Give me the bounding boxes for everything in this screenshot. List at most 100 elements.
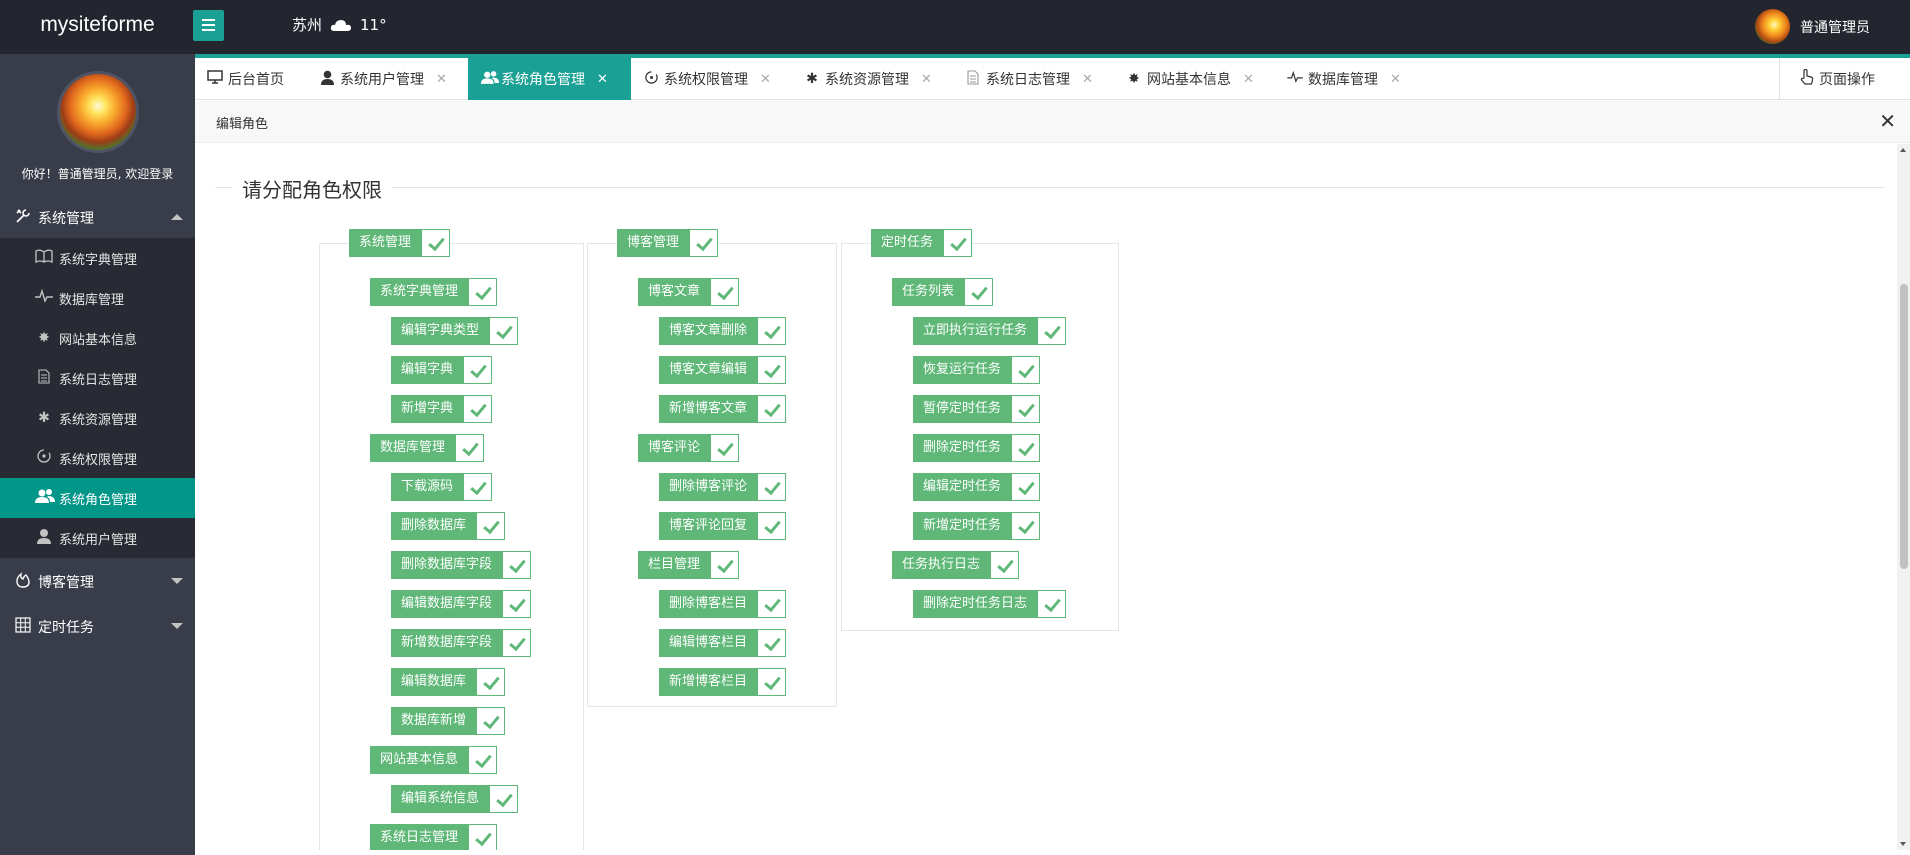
permission-label[interactable]: 下载源码	[391, 473, 464, 501]
permission-label[interactable]: 立即执行运行任务	[913, 317, 1038, 345]
permission-label[interactable]: 删除数据库字段	[391, 551, 503, 579]
permission-label[interactable]: 编辑定时任务	[913, 473, 1012, 501]
permission-label[interactable]: 博客文章删除	[659, 317, 758, 345]
tab-site-info[interactable]: ✸ 网站基本信息 ✕	[1114, 58, 1275, 100]
nav-group-system[interactable]: 系统管理	[0, 198, 195, 238]
permission-label[interactable]: 删除博客栏目	[659, 590, 758, 618]
checkmark-icon[interactable]	[757, 395, 787, 423]
permission-item[interactable]: 系统日志管理	[370, 824, 498, 850]
close-icon[interactable]: ✕	[760, 72, 771, 87]
page-operation-button[interactable]: 页面操作	[1779, 58, 1910, 100]
permission-item[interactable]: 编辑博客栏目	[659, 629, 787, 657]
permission-item[interactable]: 删除定时任务	[913, 434, 1041, 462]
permission-item[interactable]: 博客文章	[638, 278, 740, 306]
permission-label[interactable]: 编辑数据库	[391, 668, 477, 696]
permission-item[interactable]: 博客文章删除	[659, 317, 787, 345]
tab-home[interactable]: 后台首页	[195, 58, 307, 100]
checkmark-icon[interactable]	[710, 434, 740, 462]
checkmark-icon[interactable]	[463, 395, 493, 423]
checkmark-icon[interactable]	[1037, 317, 1067, 345]
avatar-large[interactable]	[57, 71, 139, 153]
checkmark-icon[interactable]	[463, 356, 493, 384]
checkmark-icon[interactable]	[476, 707, 506, 735]
permission-item[interactable]: 立即执行运行任务	[913, 317, 1067, 345]
permission-item[interactable]: 编辑字典类型	[391, 317, 519, 345]
permission-item[interactable]: 新增博客栏目	[659, 668, 787, 696]
scroll-thumb[interactable]	[1900, 284, 1908, 569]
sidebar-item-user[interactable]: 系统用户管理	[0, 518, 195, 558]
checkmark-icon[interactable]	[757, 317, 787, 345]
checkmark-icon[interactable]	[1011, 356, 1041, 384]
permission-label[interactable]: 网站基本信息	[370, 746, 469, 774]
permission-label[interactable]: 博客评论	[638, 434, 711, 462]
permission-label[interactable]: 任务执行日志	[892, 551, 991, 579]
permission-item[interactable]: 新增字典	[391, 395, 493, 423]
permission-item[interactable]: 任务执行日志	[892, 551, 1020, 579]
sidebar-item-resource[interactable]: ✱ 系统资源管理	[0, 398, 195, 438]
checkmark-icon[interactable]	[421, 229, 451, 257]
permission-item[interactable]: 删除博客栏目	[659, 590, 787, 618]
close-icon[interactable]: ✕	[436, 72, 447, 87]
permission-label[interactable]: 编辑字典	[391, 356, 464, 384]
permission-label[interactable]: 定时任务	[871, 229, 944, 257]
permission-item[interactable]: 编辑数据库	[391, 668, 506, 696]
permission-label[interactable]: 编辑字典类型	[391, 317, 490, 345]
permission-item[interactable]: 新增数据库字段	[391, 629, 532, 657]
permission-item[interactable]: 数据库新增	[391, 707, 506, 735]
permission-label[interactable]: 系统管理	[349, 229, 422, 257]
permission-item[interactable]: 博客评论回复	[659, 512, 787, 540]
menu-toggle-button[interactable]	[193, 10, 224, 41]
checkmark-icon[interactable]	[964, 278, 994, 306]
sidebar-item-role[interactable]: 系统角色管理	[0, 478, 195, 518]
checkmark-icon[interactable]	[757, 356, 787, 384]
checkmark-icon[interactable]	[689, 229, 719, 257]
checkmark-icon[interactable]	[990, 551, 1020, 579]
avatar[interactable]	[1755, 9, 1790, 44]
checkmark-icon[interactable]	[476, 512, 506, 540]
checkmark-icon[interactable]	[757, 473, 787, 501]
permission-item[interactable]: 网站基本信息	[370, 746, 498, 774]
permission-item[interactable]: 暂停定时任务	[913, 395, 1041, 423]
permission-item[interactable]: 编辑定时任务	[913, 473, 1041, 501]
permission-label[interactable]: 删除定时任务	[913, 434, 1012, 462]
user-menu[interactable]: 普通管理员	[1755, 9, 1870, 44]
permission-item[interactable]: 编辑字典	[391, 356, 493, 384]
permission-label[interactable]: 新增定时任务	[913, 512, 1012, 540]
sidebar-item-log[interactable]: 系统日志管理	[0, 358, 195, 398]
permission-item[interactable]: 编辑系统信息	[391, 785, 519, 813]
permission-item[interactable]: 删除数据库字段	[391, 551, 532, 579]
permission-root[interactable]: 博客管理	[617, 229, 719, 257]
close-icon[interactable]: ✕	[1243, 72, 1254, 87]
permission-item[interactable]: 博客文章编辑	[659, 356, 787, 384]
checkmark-icon[interactable]	[455, 434, 485, 462]
permission-label[interactable]: 恢复运行任务	[913, 356, 1012, 384]
permission-label[interactable]: 编辑系统信息	[391, 785, 490, 813]
user-name[interactable]: 普通管理员	[1800, 17, 1870, 37]
checkmark-icon[interactable]	[1011, 434, 1041, 462]
permission-label[interactable]: 暂停定时任务	[913, 395, 1012, 423]
checkmark-icon[interactable]	[1011, 395, 1041, 423]
permission-item[interactable]: 编辑数据库字段	[391, 590, 532, 618]
permission-label[interactable]: 栏目管理	[638, 551, 711, 579]
close-icon[interactable]: ✕	[1390, 72, 1401, 87]
permission-label[interactable]: 博客文章编辑	[659, 356, 758, 384]
checkmark-icon[interactable]	[757, 512, 787, 540]
permission-label[interactable]: 编辑数据库字段	[391, 590, 503, 618]
sidebar-item-permission[interactable]: 系统权限管理	[0, 438, 195, 478]
checkmark-icon[interactable]	[757, 668, 787, 696]
scrollbar[interactable]	[1897, 144, 1910, 850]
checkmark-icon[interactable]	[710, 278, 740, 306]
checkmark-icon[interactable]	[502, 629, 532, 657]
tab-permission-manage[interactable]: 系统权限管理 ✕	[631, 58, 792, 100]
permission-label[interactable]: 新增字典	[391, 395, 464, 423]
permission-label[interactable]: 博客管理	[617, 229, 690, 257]
scroll-up-icon[interactable]	[1900, 148, 1906, 152]
logo[interactable]: mysiteforme	[0, 0, 195, 54]
permission-label[interactable]: 系统日志管理	[370, 824, 469, 850]
permission-label[interactable]: 删除数据库	[391, 512, 477, 540]
close-icon[interactable]: ✕	[1082, 72, 1093, 87]
permission-label[interactable]: 数据库管理	[370, 434, 456, 462]
checkmark-icon[interactable]	[502, 551, 532, 579]
permission-item[interactable]: 数据库管理	[370, 434, 485, 462]
permission-label[interactable]: 新增数据库字段	[391, 629, 503, 657]
